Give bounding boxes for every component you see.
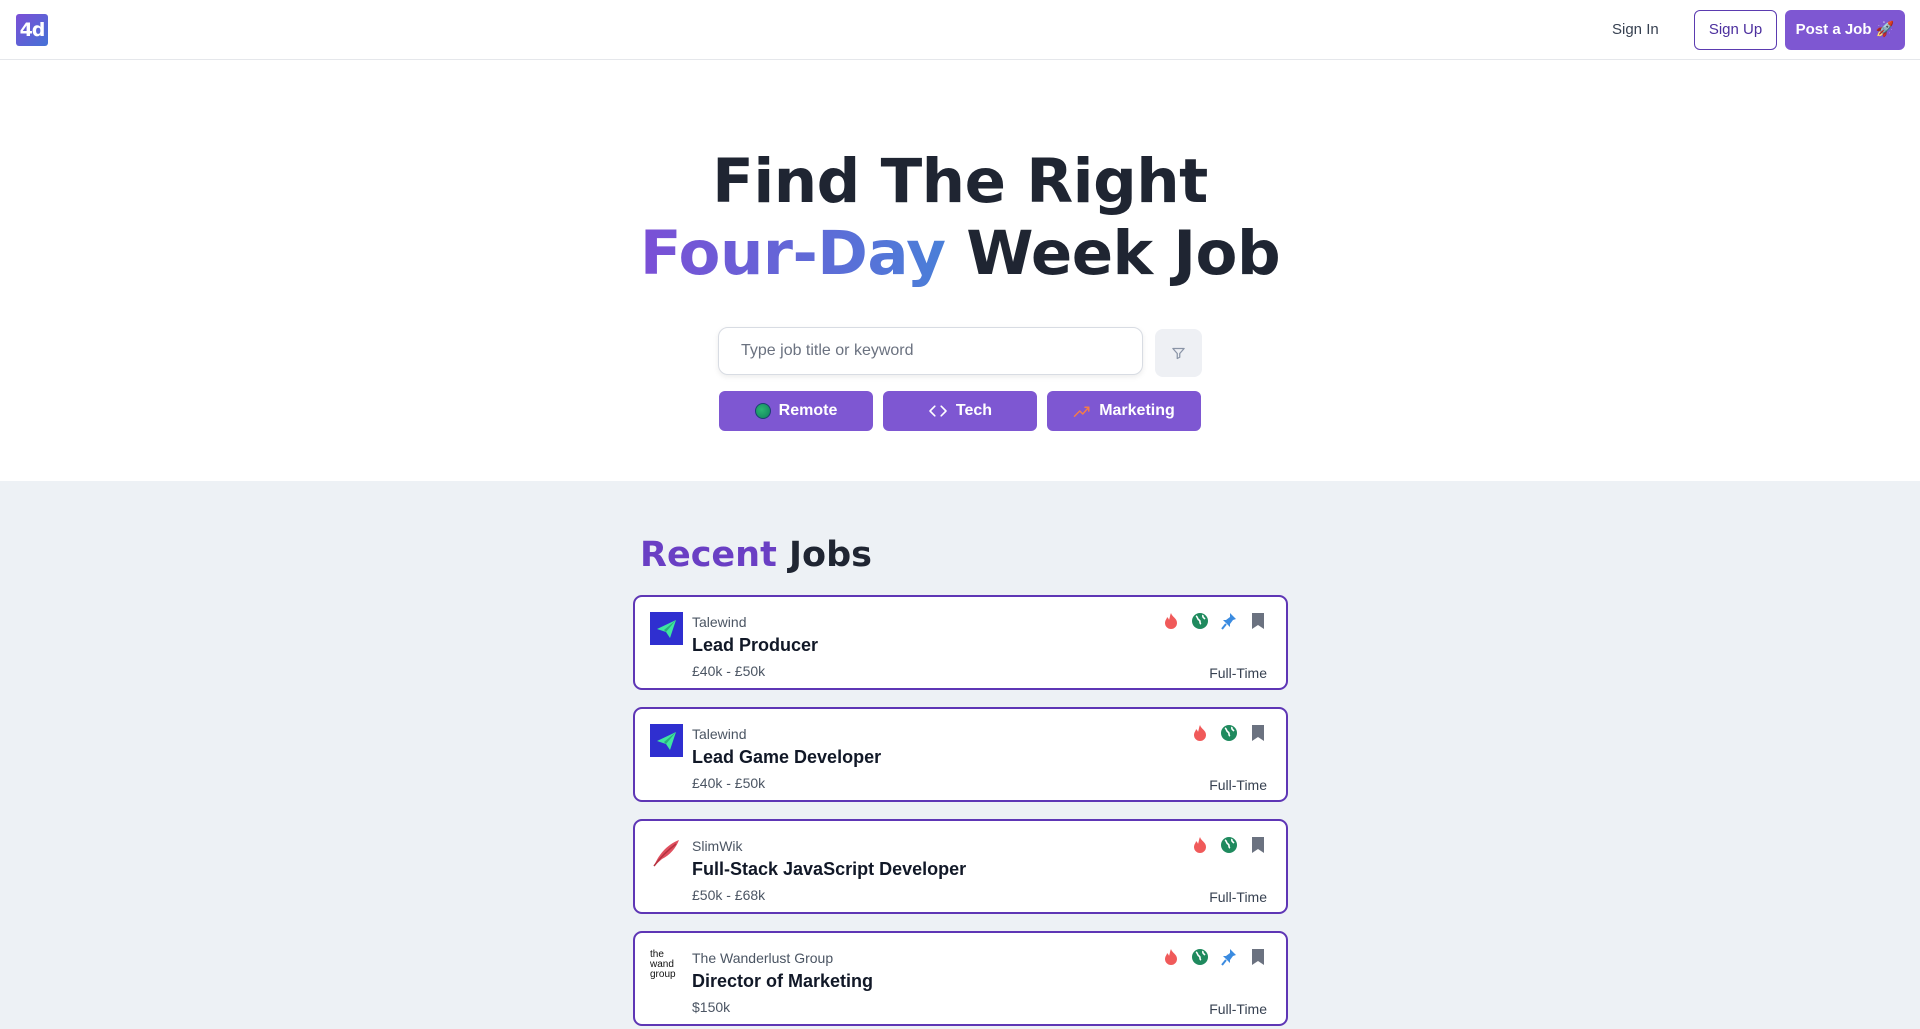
job-type: Full-Time — [1209, 665, 1267, 681]
job-card[interactable]: the wand group The Wanderlust Group Dire… — [633, 931, 1288, 1026]
jobs-heading: Recent Jobs — [640, 535, 872, 575]
filter-icon — [1172, 347, 1185, 359]
pin-icon[interactable] — [1220, 611, 1238, 631]
salary: £40k - £50k — [692, 663, 766, 679]
job-icons — [1162, 611, 1267, 631]
filter-button[interactable] — [1155, 329, 1202, 377]
filter-chip-remote[interactable]: Remote — [719, 391, 873, 431]
fire-icon — [1162, 611, 1180, 631]
bookmark-icon[interactable] — [1249, 611, 1267, 631]
hero-title-line2: Four-Day Week Job — [0, 218, 1920, 289]
job-title: Lead Producer — [692, 635, 819, 655]
top-navbar: 4d Sign In Sign Up Post a Job 🚀 — [0, 0, 1920, 60]
pin-icon[interactable] — [1220, 947, 1238, 967]
hero-highlight: Four-Day — [639, 218, 946, 289]
salary: £50k - £68k — [692, 887, 766, 903]
job-card[interactable]: SlimWik Full-Stack JavaScript Developer … — [633, 819, 1288, 914]
wanderlust-logo: the wand group — [650, 949, 676, 980]
bookmark-icon[interactable] — [1249, 835, 1267, 855]
job-type: Full-Time — [1209, 889, 1267, 905]
company-name: The Wanderlust Group — [692, 950, 834, 966]
company-name: SlimWik — [692, 838, 743, 854]
talewind-logo — [650, 724, 683, 757]
trending-up-icon — [1073, 406, 1090, 417]
filter-chip-tech[interactable]: Tech — [883, 391, 1037, 431]
job-icons — [1191, 723, 1267, 743]
post-job-button[interactable]: Post a Job 🚀 — [1785, 10, 1905, 50]
fire-icon — [1191, 835, 1209, 855]
job-title: Lead Game Developer — [692, 747, 882, 767]
salary: $150k — [692, 999, 731, 1015]
slimwik-logo — [653, 840, 679, 867]
talewind-logo — [650, 612, 683, 645]
jobs-heading-accent: Recent — [640, 535, 777, 575]
sign-in-link[interactable]: Sign In — [1612, 10, 1659, 50]
hero-title-line1: Find The Right — [712, 146, 1208, 217]
globe-icon — [754, 403, 771, 419]
jobs-heading-rest: Jobs — [776, 535, 872, 575]
globe-icon — [1220, 835, 1238, 855]
job-icons — [1191, 835, 1267, 855]
salary: £40k - £50k — [692, 775, 766, 791]
search-box — [718, 327, 1143, 375]
globe-icon — [1191, 947, 1209, 967]
svg-text:group: group — [650, 969, 676, 980]
job-type: Full-Time — [1209, 1001, 1267, 1017]
job-type: Full-Time — [1209, 777, 1267, 793]
job-title: Director of Marketing — [692, 971, 874, 991]
filter-chip-label: Remote — [778, 402, 838, 419]
site-logo[interactable]: 4d — [16, 14, 48, 46]
search-input[interactable] — [719, 328, 1142, 374]
filter-chip-label: Tech — [955, 402, 993, 419]
hero-title-rest: Week Job — [945, 218, 1281, 289]
filter-chip-marketing[interactable]: Marketing — [1047, 391, 1201, 431]
globe-icon — [1220, 723, 1238, 743]
code-icon — [929, 405, 947, 417]
company-name: Talewind — [692, 614, 747, 630]
sign-up-button[interactable]: Sign Up — [1694, 10, 1777, 50]
bookmark-icon[interactable] — [1249, 723, 1267, 743]
bookmark-icon[interactable] — [1249, 947, 1267, 967]
filter-chip-label: Marketing — [1099, 402, 1175, 419]
globe-icon — [1191, 611, 1209, 631]
job-icons — [1162, 947, 1267, 967]
job-title: Full-Stack JavaScript Developer — [692, 859, 967, 879]
fire-icon — [1162, 947, 1180, 967]
company-name: Talewind — [692, 726, 747, 742]
job-card[interactable]: Talewind Lead Game Developer £40k - £50k… — [633, 707, 1288, 802]
fire-icon — [1191, 723, 1209, 743]
job-card[interactable]: Talewind Lead Producer £40k - £50k Full-… — [633, 595, 1288, 690]
